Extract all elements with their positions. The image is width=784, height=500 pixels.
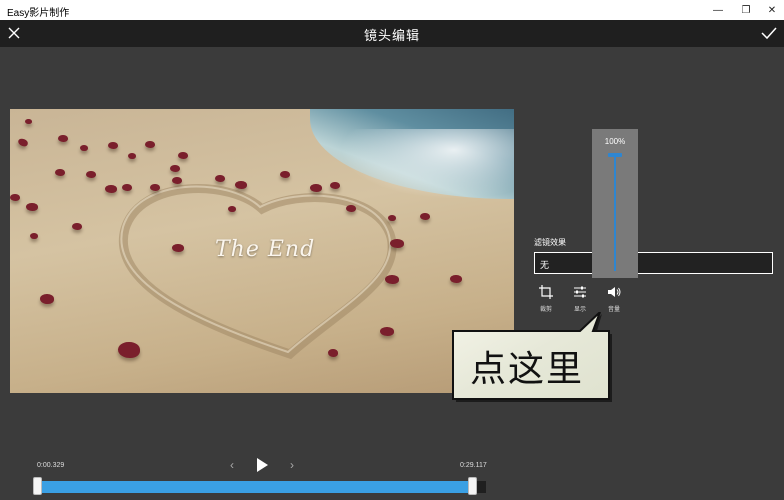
rose-petal: [215, 175, 225, 182]
rose-petal: [86, 171, 96, 178]
rose-petal: [172, 177, 182, 184]
rose-petal: [72, 223, 82, 230]
crop-icon: [539, 285, 553, 299]
window-close-button[interactable]: ✕: [758, 0, 784, 20]
rose-petal: [170, 165, 180, 172]
window-titlebar: Easy影片制作 — ❐ ✕: [0, 0, 784, 20]
rose-petal: [172, 244, 184, 252]
trim-timeline: [0, 476, 784, 496]
filter-select[interactable]: 无: [534, 252, 773, 274]
rose-petal: [58, 135, 68, 142]
volume-value: 100%: [604, 137, 626, 146]
rose-petal: [178, 152, 188, 159]
rose-petal: [450, 275, 462, 283]
rose-petal: [150, 184, 160, 191]
adjust-icon: [574, 286, 586, 298]
minimize-button[interactable]: —: [704, 0, 732, 20]
rose-petal: [118, 342, 140, 358]
rose-petal: [388, 215, 396, 221]
rose-petal: [390, 239, 404, 248]
rose-petal: [280, 171, 290, 178]
rose-petal: [55, 169, 65, 176]
editor-header: 镜头编辑: [0, 20, 784, 47]
rose-petal: [235, 181, 247, 189]
rose-petal: [26, 203, 38, 211]
video-preview[interactable]: The End: [10, 109, 514, 393]
rose-petal: [30, 233, 38, 239]
trim-start-handle[interactable]: [33, 477, 42, 495]
callout-text: 点这里: [470, 349, 585, 390]
rose-petal: [346, 205, 356, 212]
rose-petal: [145, 141, 155, 148]
rose-petal: [10, 194, 20, 201]
rose-petal: [40, 294, 54, 304]
rose-petal: [420, 213, 430, 220]
rose-petal: [385, 275, 399, 284]
volume-slider-track[interactable]: [614, 155, 616, 271]
rose-petal: [25, 119, 32, 124]
app-title: Easy影片制作: [7, 8, 70, 19]
rose-petal: [228, 206, 236, 212]
rose-petal: [128, 153, 136, 159]
filter-label: 滤镜效果: [534, 238, 566, 247]
trim-end-handle[interactable]: [468, 477, 477, 495]
filter-value: 无: [540, 260, 550, 270]
page-title: 镜头编辑: [363, 28, 420, 43]
end-time: 0:29.117: [460, 462, 487, 469]
rose-petal: [380, 327, 394, 336]
rose-petal: [330, 182, 340, 189]
volume-popup: 100%: [592, 129, 638, 278]
maximize-button[interactable]: ❐: [732, 0, 760, 20]
play-icon[interactable]: [253, 456, 271, 474]
rose-petal: [328, 349, 338, 357]
rose-petal: [80, 145, 88, 151]
timeline-selected-range: [38, 481, 474, 493]
start-time: 0:00.329: [37, 462, 65, 469]
volume-slider-thumb[interactable]: [608, 153, 622, 157]
next-button[interactable]: ›: [284, 457, 300, 473]
volume-icon: [608, 287, 621, 297]
previous-button[interactable]: ‹: [224, 457, 240, 473]
video-overlay-text: The End: [215, 237, 316, 262]
rose-petal: [108, 142, 118, 149]
rose-petal: [122, 184, 132, 191]
rose-petal: [105, 185, 117, 193]
check-icon[interactable]: [758, 23, 780, 43]
rose-petal: [310, 184, 322, 192]
